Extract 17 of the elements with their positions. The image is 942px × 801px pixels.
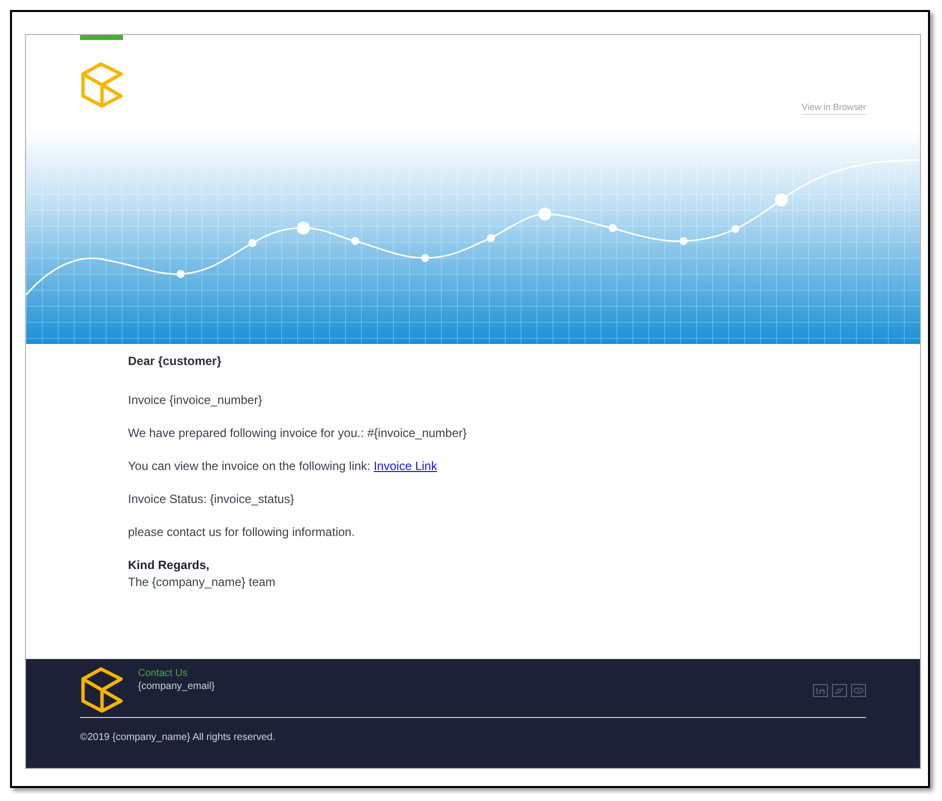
accent-bar [80,35,123,40]
cube-logo-icon [80,667,124,713]
body-text: You can view the invoice on the following link: [128,459,372,473]
contact-heading: Contact Us [138,668,188,679]
body-text: please contact us for following information. [128,525,356,539]
email-text: {company_email} [138,681,215,692]
eye-icon[interactable] [851,684,866,697]
signature-text: The {company_name} team [128,575,276,589]
body-text: Invoice {invoice_number} [128,393,264,407]
greeting-text: Dear {customer} [128,354,222,368]
cube-logo-icon [80,62,124,108]
closing-text: Kind Regards, [128,558,210,572]
invoice-link[interactable]: Invoice Link [374,459,438,473]
body-text: We have prepared following invoice for you.: #{invoice_number} [128,426,468,440]
copyright-text: ©2019 {company_name} All rights reserved. [80,732,276,743]
body-text: Invoice Status: {invoice_status} [128,492,296,506]
linkedin-icon[interactable] [813,684,828,697]
